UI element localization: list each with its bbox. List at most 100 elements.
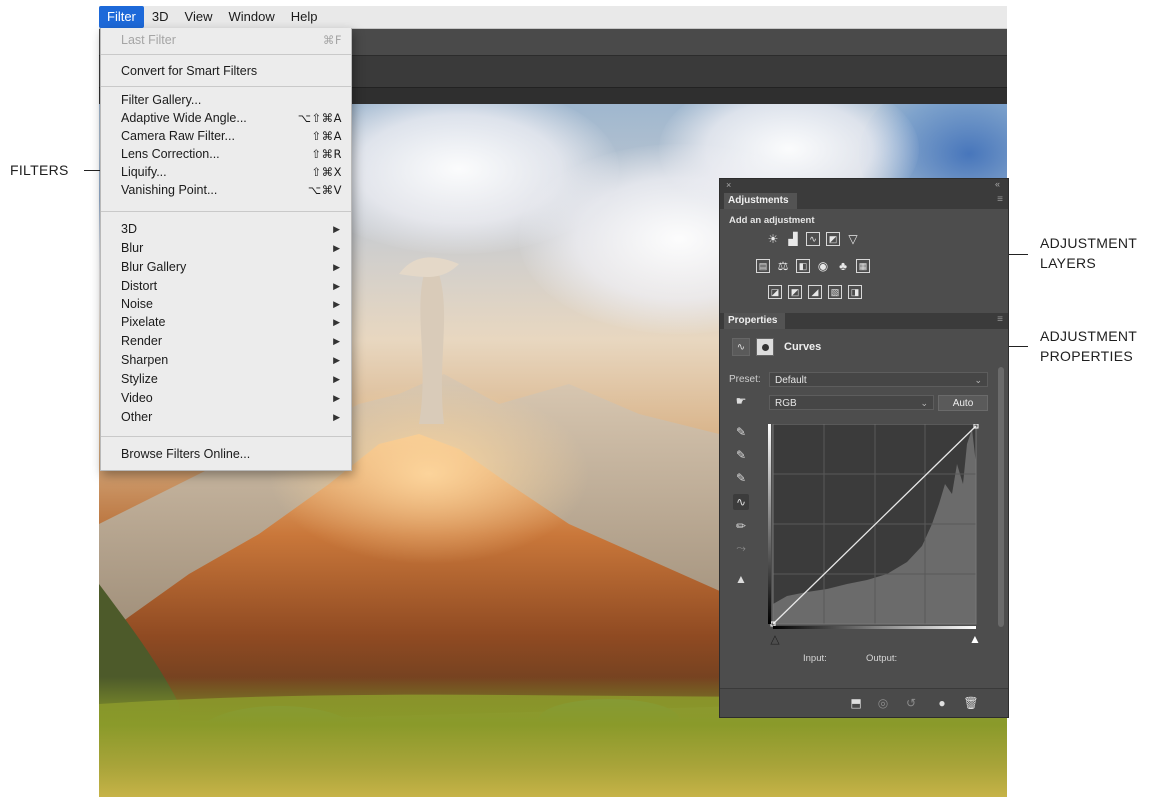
threshold-icon[interactable]: ◢: [808, 285, 822, 299]
channel-mixer-icon[interactable]: ♣: [836, 259, 850, 273]
collapse-icon[interactable]: «: [995, 179, 1000, 189]
vibrance-icon[interactable]: ▽: [846, 232, 860, 246]
tab-properties[interactable]: Properties: [724, 313, 786, 329]
menu-item-lens-correction[interactable]: Lens Correction... ⇧⌘R: [121, 146, 342, 163]
chevron-down-icon: ⌄: [920, 398, 928, 408]
black-point-eyedropper-icon[interactable]: ✎: [733, 424, 749, 440]
menu-item-3d[interactable]: 3D ▶: [121, 221, 342, 238]
menu-item-distort[interactable]: Distort ▶: [121, 278, 342, 295]
panel-menu-icon[interactable]: ≡: [997, 314, 1003, 325]
gradient-map-icon[interactable]: ▧: [828, 285, 842, 299]
menu-item-label: Render: [121, 334, 162, 348]
menu-separator: [101, 436, 351, 437]
close-icon[interactable]: ×: [726, 180, 731, 190]
brightness-contrast-icon[interactable]: ☀: [766, 232, 780, 246]
curves-adjustment-icon[interactable]: ∿: [732, 338, 750, 356]
view-previous-icon[interactable]: ◎: [875, 695, 891, 711]
menu-item-render[interactable]: Render ▶: [121, 333, 342, 350]
menu-item-stylize[interactable]: Stylize ▶: [121, 371, 342, 388]
menu-item-liquify[interactable]: Liquify... ⇧⌘X: [121, 164, 342, 181]
menu-item-sharpen[interactable]: Sharpen ▶: [121, 352, 342, 369]
panel-scrollbar[interactable]: [998, 367, 1004, 627]
tab-adjustments[interactable]: Adjustments: [724, 193, 797, 209]
gray-point-eyedropper-icon[interactable]: ✎: [733, 447, 749, 463]
submenu-arrow-icon: ▶: [333, 374, 340, 384]
visibility-icon[interactable]: ●: [934, 695, 950, 711]
invert-icon[interactable]: ◪: [768, 285, 782, 299]
menu-view[interactable]: View: [177, 6, 221, 28]
reset-icon[interactable]: ↺: [903, 695, 919, 711]
callout-filters: FILTERS: [10, 160, 69, 180]
menu-item-last-filter[interactable]: Last Filter ⌘F: [121, 32, 342, 49]
menu-item-browse-filters-online[interactable]: Browse Filters Online...: [121, 446, 342, 463]
on-image-adjust-icon[interactable]: ☛: [733, 393, 749, 409]
clipping-warning-icon[interactable]: ▲: [733, 571, 749, 587]
menu-item-pixelate[interactable]: Pixelate ▶: [121, 314, 342, 331]
menu-item-filter-gallery[interactable]: Filter Gallery...: [121, 92, 342, 109]
output-label: Output:: [866, 653, 898, 664]
adjustment-icon-row-2: ▤ ⚖ ◧ ◉ ♣ ▦: [756, 259, 870, 273]
layer-mask-icon[interactable]: [756, 338, 774, 356]
menu-filter[interactable]: Filter: [99, 6, 144, 28]
clip-to-layer-icon[interactable]: ⬒: [848, 695, 864, 711]
menu-item-other[interactable]: Other ▶: [121, 409, 342, 426]
menu-help[interactable]: Help: [283, 6, 326, 28]
menu-separator: [101, 211, 351, 212]
selective-color-icon[interactable]: ◨: [848, 285, 862, 299]
white-point-eyedropper-icon[interactable]: ✎: [733, 470, 749, 486]
menu-window[interactable]: Window: [220, 6, 282, 28]
hue-saturation-icon[interactable]: ▤: [756, 259, 770, 273]
menu-item-label: Blur: [121, 241, 144, 255]
menu-item-video[interactable]: Video ▶: [121, 390, 342, 407]
color-lookup-icon[interactable]: ▦: [856, 259, 870, 273]
panel-title-strip: × «: [720, 179, 1008, 193]
menu-item-label: Convert for Smart Filters: [121, 64, 258, 78]
add-adjustment-caption: Add an adjustment: [729, 215, 815, 226]
menu-item-adaptive-wide-angle[interactable]: Adaptive Wide Angle... ⌥⇧⌘A: [121, 110, 342, 127]
callout-filters-label: FILTERS: [10, 162, 69, 178]
black-slider-handle-icon[interactable]: △: [767, 631, 783, 647]
curves-icon[interactable]: ∿: [806, 232, 820, 246]
menu-item-label: 3D: [121, 222, 137, 236]
preset-value: Default: [775, 375, 807, 386]
shortcut-label: ⌥⇧⌘A: [297, 111, 342, 125]
callout-adjustment-properties: ADJUSTMENT PROPERTIES: [1040, 326, 1137, 366]
posterize-icon[interactable]: ◩: [788, 285, 802, 299]
properties-header: ∿ Curves: [732, 338, 821, 356]
panel-menu-icon[interactable]: ≡: [997, 194, 1003, 205]
menu-item-vanishing-point[interactable]: Vanishing Point... ⌥⌘V: [121, 182, 342, 199]
submenu-arrow-icon: ▶: [333, 317, 340, 327]
photo-filter-icon[interactable]: ◉: [816, 259, 830, 273]
menu-item-label: Distort: [121, 279, 158, 293]
auto-button[interactable]: Auto: [938, 395, 988, 411]
adjustment-icon-row-1: ☀ ▟ ∿ ◩ ▽: [766, 232, 860, 246]
menu-item-label: Browse Filters Online...: [121, 447, 251, 461]
preset-select[interactable]: Default ⌄: [769, 372, 988, 387]
menu-item-convert-smart-filters[interactable]: Convert for Smart Filters: [121, 63, 342, 80]
black-white-icon[interactable]: ◧: [796, 259, 810, 273]
menu-item-camera-raw-filter[interactable]: Camera Raw Filter... ⇧⌘A: [121, 128, 342, 145]
curves-graph[interactable]: [767, 424, 979, 629]
menu-item-blur[interactable]: Blur ▶: [121, 240, 342, 257]
exposure-icon[interactable]: ◩: [826, 232, 840, 246]
menu-item-label: Vanishing Point...: [121, 183, 218, 197]
point-curve-icon[interactable]: ∿: [733, 494, 749, 510]
color-balance-icon[interactable]: ⚖: [776, 259, 790, 273]
menu-item-noise[interactable]: Noise ▶: [121, 296, 342, 313]
scrollbar-thumb[interactable]: [998, 367, 1004, 627]
white-slider-handle-icon[interactable]: ▲: [967, 631, 983, 647]
channel-value: RGB: [775, 398, 797, 409]
menu-item-blur-gallery[interactable]: Blur Gallery ▶: [121, 259, 342, 276]
menu-item-label: Blur Gallery: [121, 260, 187, 274]
levels-icon[interactable]: ▟: [786, 232, 800, 246]
shortcut-label: ⇧⌘A: [311, 129, 342, 143]
menu-3d[interactable]: 3D: [144, 6, 177, 28]
pencil-icon[interactable]: ✏: [733, 518, 749, 534]
menu-item-label: Stylize: [121, 372, 158, 386]
callout-adjustment-layers: ADJUSTMENT LAYERS: [1040, 233, 1137, 273]
delete-icon[interactable]: 🗑: [963, 695, 979, 711]
menu-item-label: Lens Correction...: [121, 147, 220, 161]
channel-select[interactable]: RGB ⌄: [769, 395, 934, 410]
properties-footer: ⬒ ◎ ↺ ● 🗑: [720, 688, 1008, 717]
smooth-icon[interactable]: ⤳: [733, 540, 749, 556]
